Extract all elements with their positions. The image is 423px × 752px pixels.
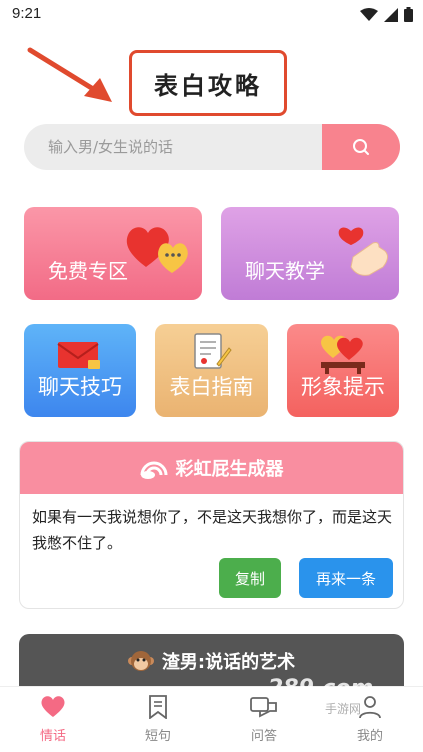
card-chat-skills[interactable]: 聊天技巧 (24, 324, 136, 417)
search-bar (24, 124, 400, 170)
document-pen-icon (194, 333, 232, 369)
compliment-generator-panel: 彩虹屁生成器 如果有一天我说想你了，不是这天我想你了，而是这天我憋不住了。 复制… (19, 441, 404, 609)
generator-text: 如果有一天我说想你了，不是这天我想你了，而是这天我憋不住了。 (32, 508, 393, 552)
watermark-sub: 手游网 (325, 702, 362, 716)
tab-qa[interactable]: 问答 (229, 695, 299, 744)
tab-love-words[interactable]: 情话 (18, 695, 88, 744)
heart-icon (41, 696, 65, 717)
heart-gift-icon (321, 335, 365, 374)
card-free-zone[interactable]: 免费专区 (24, 207, 202, 300)
search-input[interactable] (48, 124, 328, 170)
tab-short-sentences[interactable]: 短句 (123, 695, 193, 744)
zha-nan-title: 渣男:说话的艺术 (161, 652, 296, 673)
card-label: 免费专区 (48, 259, 128, 283)
generator-header: 彩虹屁生成器 (20, 442, 403, 494)
tab-label: 情话 (39, 729, 66, 744)
finger-heart-icon (338, 227, 389, 276)
card-label: 形象提示 (301, 375, 385, 399)
page-title: 表白攻略 (129, 50, 287, 116)
tab-label: 我的 (356, 729, 383, 744)
rainbow-icon (140, 461, 167, 479)
card-label: 表白指南 (169, 375, 254, 399)
tab-label: 问答 (250, 729, 277, 744)
card-label: 聊天教学 (245, 259, 325, 283)
signal-icon (384, 7, 398, 22)
card-label: 聊天技巧 (38, 375, 122, 399)
status-icons (360, 7, 413, 22)
envelope-icon (57, 342, 100, 369)
card-chat-teaching[interactable]: 聊天教学 (221, 207, 399, 300)
copy-button[interactable]: 复制 (219, 558, 281, 598)
tab-label: 短句 (144, 729, 171, 744)
status-time: 9:21 (12, 5, 42, 22)
wifi-icon (360, 7, 378, 21)
card-image-tips[interactable]: 形象提示 (287, 324, 399, 417)
search-icon (353, 139, 369, 155)
search-button[interactable] (322, 124, 400, 170)
arrow-annotation-icon (27, 47, 112, 102)
bookmark-icon (149, 695, 167, 720)
battery-icon (404, 7, 413, 22)
generator-title: 彩虹屁生成器 (175, 459, 284, 480)
status-bar: 9:21 (0, 0, 423, 30)
monkey-icon (127, 651, 154, 671)
hearts-chat-icon (126, 227, 188, 273)
another-one-button[interactable]: 再来一条 (299, 558, 393, 598)
watermark-brand: 289.com (268, 676, 374, 701)
card-confession-guide[interactable]: 表白指南 (155, 324, 268, 417)
